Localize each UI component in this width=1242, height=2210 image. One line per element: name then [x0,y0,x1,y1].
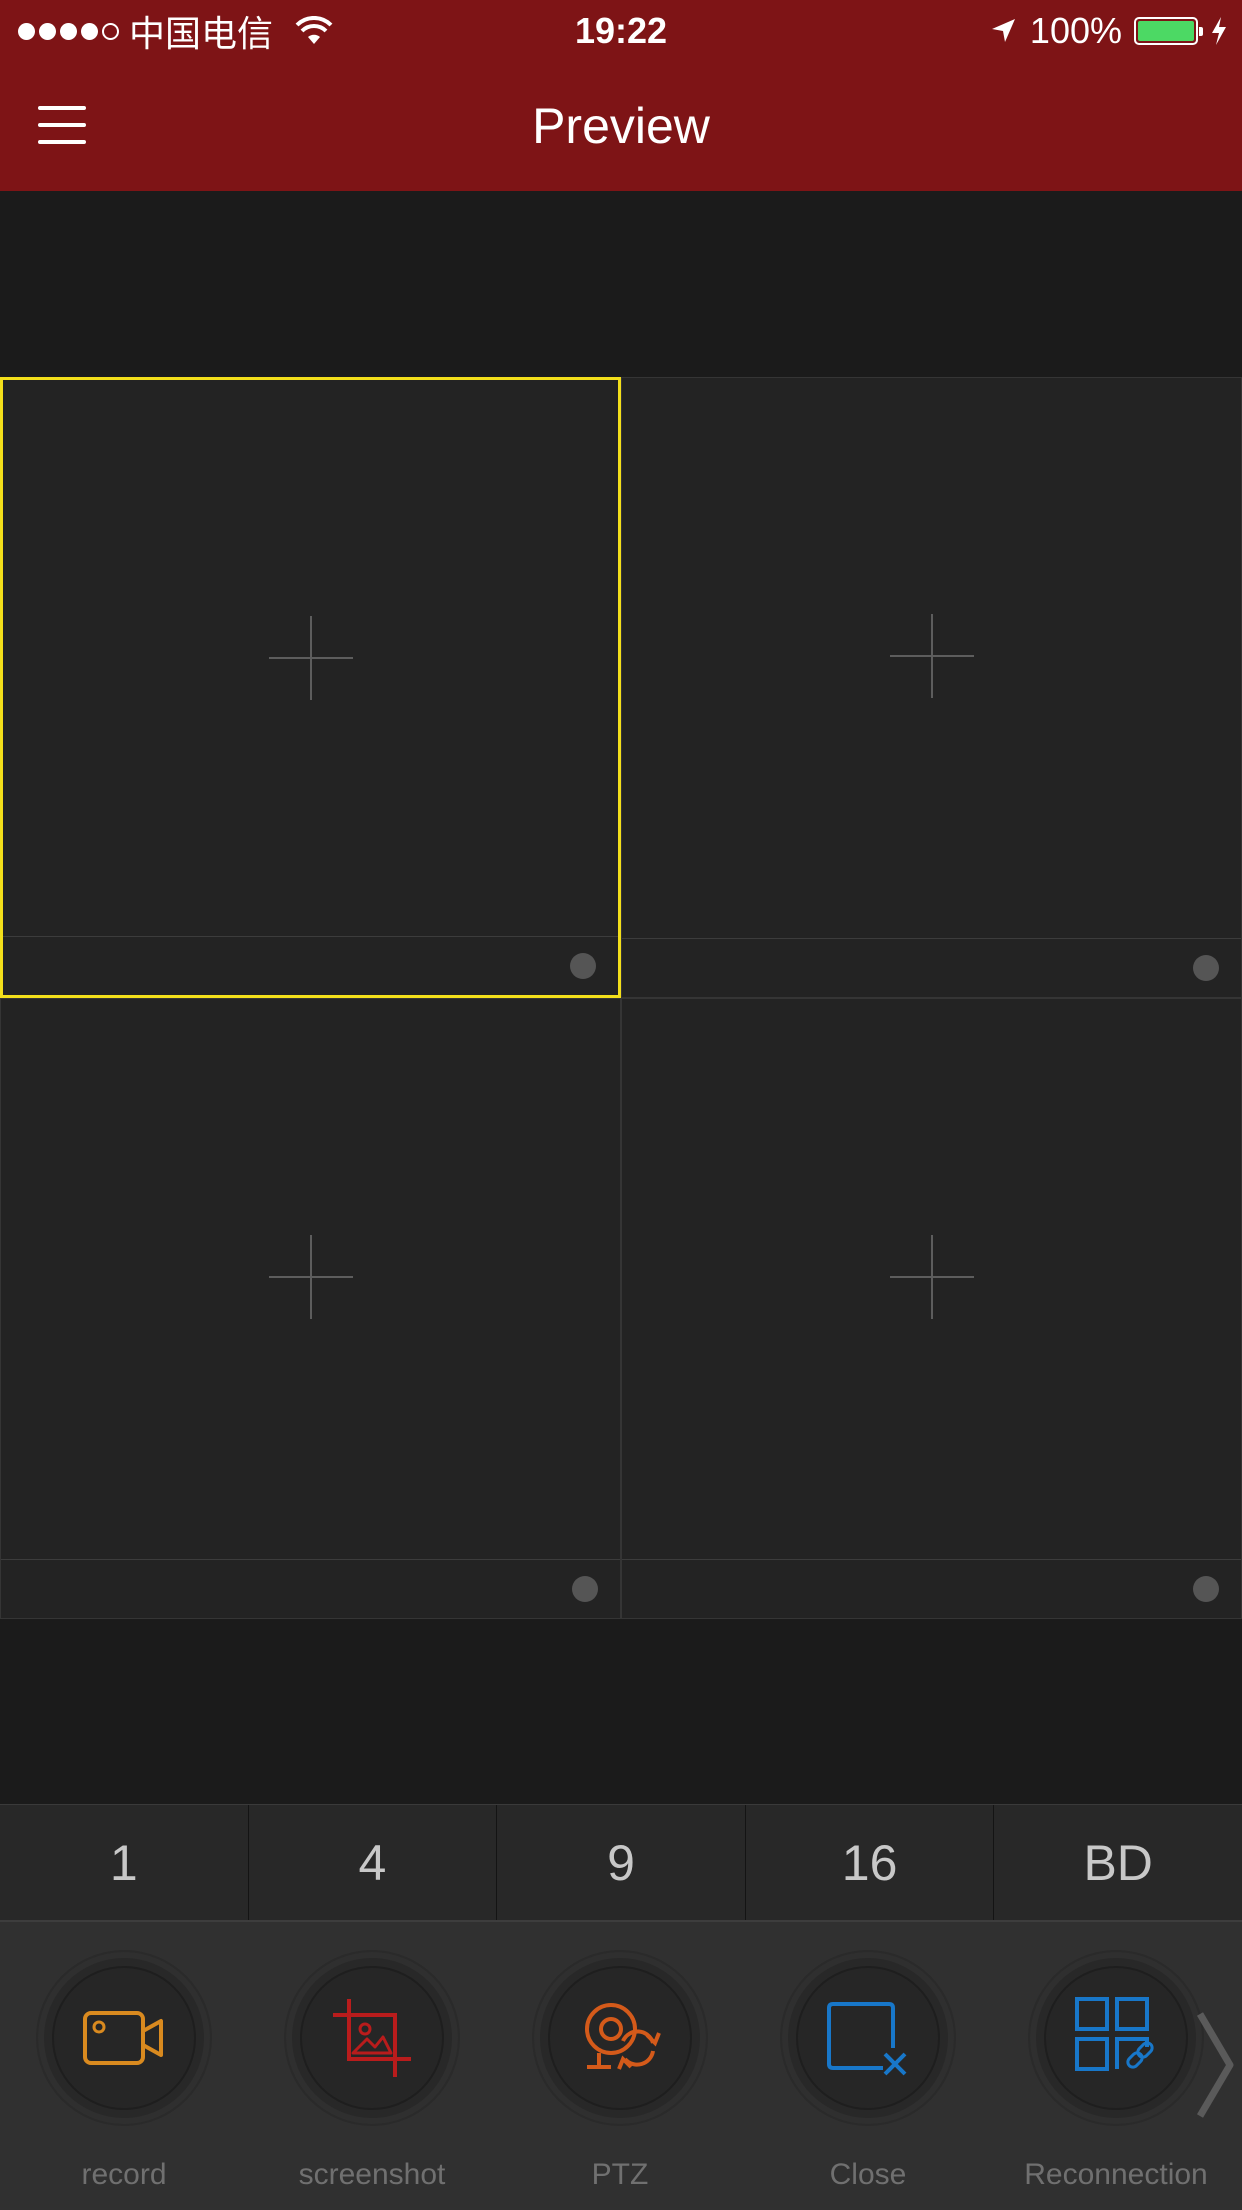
close-label: Close [829,2158,907,2191]
layout-bd-button[interactable]: BD [994,1805,1242,1921]
close-button[interactable]: Close [768,1952,968,2192]
ptz-label: PTZ [591,2158,649,2191]
ptz-rotate-icon [585,2003,661,2070]
video-camera-icon [83,2011,163,2065]
status-bar: 中国电信 19:22 100% [0,0,1242,62]
close-window-icon [827,2002,907,2076]
battery-icon [1134,17,1203,45]
preview-cell-4[interactable] [621,998,1242,1619]
cell-footer [3,936,618,995]
charging-bolt-icon [1212,17,1226,45]
preview-cell-1[interactable] [0,377,621,998]
layout-4-button[interactable]: 4 [249,1805,498,1921]
cell-footer [1,1559,620,1618]
preview-cell-3[interactable] [0,998,621,1619]
status-dot [570,953,596,979]
reconnection-label: Reconnection [1024,2158,1208,2191]
grid-link-icon [1075,1997,1154,2071]
status-dot [572,1576,598,1602]
location-arrow-icon [991,19,1015,42]
layout-16-button[interactable]: 16 [746,1805,995,1921]
add-channel-icon[interactable] [889,614,974,698]
add-channel-icon[interactable] [268,1235,353,1319]
cell-footer [622,1559,1241,1618]
record-label: record [81,2158,167,2191]
status-dot [1193,1576,1219,1602]
battery-percentage: 100% [1029,10,1122,51]
status-dot [1193,955,1219,981]
layout-9-button[interactable]: 9 [497,1805,746,1921]
cell-footer [622,938,1241,997]
crop-image-icon [333,1999,411,2077]
layout-1-button[interactable]: 1 [0,1805,249,1921]
ptz-button[interactable]: PTZ [520,1952,720,2192]
record-button[interactable]: record [24,1952,224,2192]
navigation-bar: Preview [0,62,1242,191]
page-title: Preview [532,98,710,154]
screenshot-button[interactable]: screenshot [272,1952,472,2192]
signal-strength-icon [18,22,119,40]
layout-selector: 1 4 9 16 BD [0,1804,1242,1921]
carrier-name: 中国电信 [129,13,274,54]
add-channel-icon[interactable] [268,616,353,700]
chevron-right-icon[interactable] [1196,2010,1236,2120]
add-channel-icon[interactable] [889,1235,974,1319]
screenshot-label: screenshot [298,2158,446,2191]
preview-grid [0,377,1242,1619]
preview-cell-2[interactable] [621,377,1242,998]
wifi-icon [295,16,333,44]
reconnection-button[interactable]: Reconnection [1016,1952,1216,2192]
